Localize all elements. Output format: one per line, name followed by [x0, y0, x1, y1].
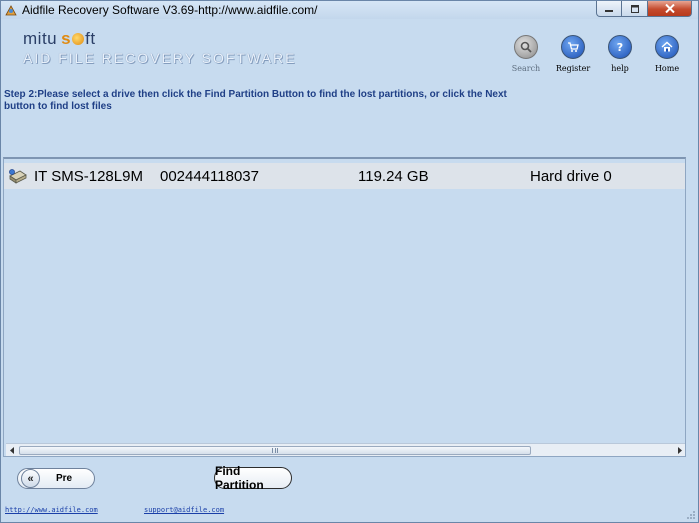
scroll-left-button[interactable]: [6, 444, 18, 456]
toolbar: Search Register ? help Home: [500, 35, 688, 73]
mitusoft-logo: mitu s ft AID FILE RECOVERY SOFTWARE: [23, 29, 296, 66]
drive-row[interactable]: IT SMS-128L9M 002444118037 119.24 GB Har…: [4, 163, 685, 189]
double-chevron-left-icon: «: [21, 469, 40, 488]
logo-tagline: AID FILE RECOVERY SOFTWARE: [23, 50, 297, 66]
minimize-icon: [605, 9, 613, 12]
window-controls: [596, 1, 692, 17]
arrow-left-icon: [9, 446, 14, 454]
title-bar[interactable]: Aidfile Recovery Software V3.69-http://w…: [1, 1, 698, 19]
home-label: Home: [654, 64, 680, 73]
app-window: Aidfile Recovery Software V3.69-http://w…: [0, 0, 699, 523]
minimize-button[interactable]: [596, 1, 622, 17]
pre-label: Pre: [56, 473, 73, 484]
svg-text:?: ?: [617, 41, 623, 54]
support-email-link[interactable]: support@aidfile.com: [144, 506, 224, 514]
hard-drive-icon: [9, 169, 27, 184]
cart-icon: [561, 35, 585, 59]
resize-grip-icon[interactable]: [686, 510, 696, 520]
logo-brand-left: mitu: [23, 29, 58, 48]
step-instructions: Step 2:Please select a drive then click …: [4, 89, 507, 112]
help-button[interactable]: ? help: [599, 35, 641, 73]
window-title: Aidfile Recovery Software V3.69-http://w…: [22, 3, 318, 17]
app-icon: [5, 5, 17, 16]
close-icon: [664, 4, 675, 13]
search-label: Search: [511, 64, 541, 73]
maximize-icon: [630, 4, 639, 13]
logo-sun-icon: [72, 33, 85, 45]
help-label: help: [611, 64, 629, 73]
drive-serial: 002444118037: [160, 167, 259, 185]
home-button[interactable]: Home: [646, 35, 688, 73]
home-icon: [655, 35, 679, 59]
scroll-thumb[interactable]: [19, 445, 531, 455]
drive-type: Hard drive 0: [530, 167, 612, 185]
close-button[interactable]: [648, 1, 692, 17]
scroll-track[interactable]: [18, 445, 673, 456]
search-icon: [514, 35, 538, 59]
drive-name: IT SMS-128L9M: [34, 167, 143, 185]
scroll-right-button[interactable]: [673, 444, 685, 456]
maximize-button[interactable]: [622, 1, 648, 17]
register-button[interactable]: Register: [552, 35, 594, 73]
website-link[interactable]: http://www.aidfile.com: [5, 506, 98, 514]
arrow-right-icon: [677, 446, 682, 454]
scroll-grip: [272, 447, 278, 453]
register-label: Register: [555, 64, 591, 73]
find-partition-button[interactable]: Find Partition: [214, 464, 292, 492]
drive-list: IT SMS-128L9M 002444118037 119.24 GB Har…: [3, 157, 686, 457]
logo-brand: mitu s ft: [23, 29, 96, 48]
pre-button[interactable]: « Pre: [17, 468, 95, 489]
search-button[interactable]: Search: [505, 35, 547, 73]
drive-size: 119.24 GB: [358, 167, 429, 185]
horizontal-scrollbar[interactable]: [6, 443, 685, 456]
logo-brand-right: ft: [85, 29, 96, 48]
question-icon: ?: [608, 35, 632, 59]
